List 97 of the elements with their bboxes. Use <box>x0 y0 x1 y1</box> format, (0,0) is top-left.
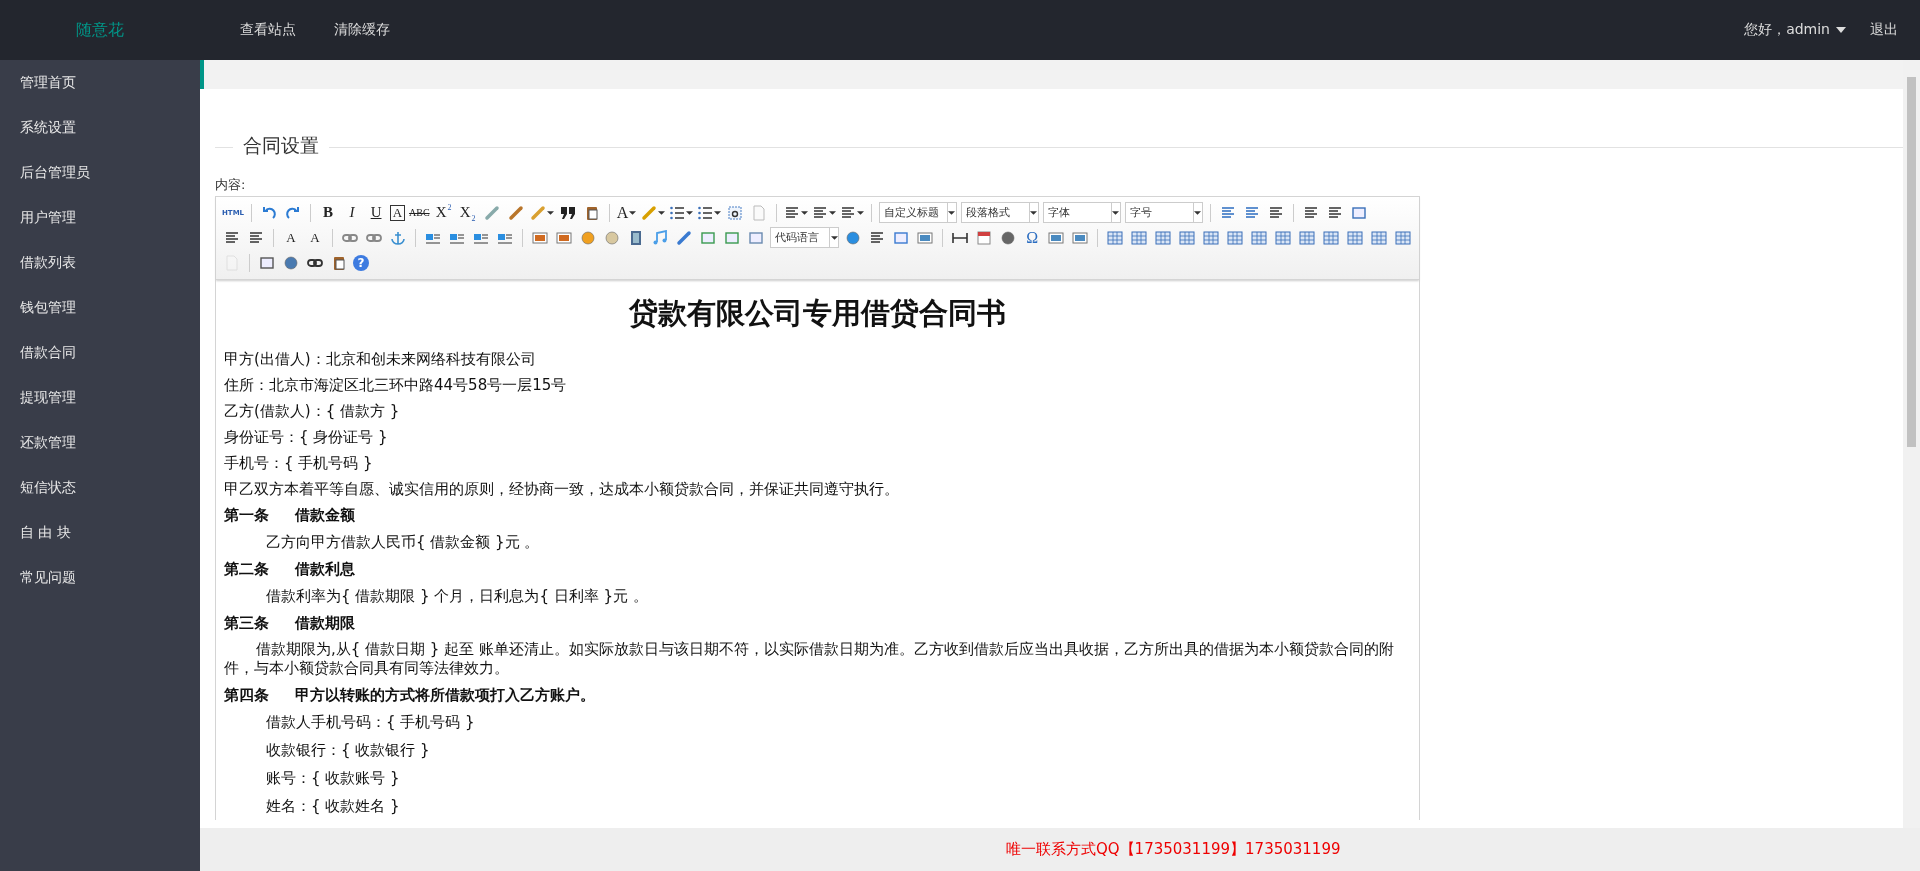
rich-text-editor[interactable] <box>215 196 1420 820</box>
field-label: 内容: <box>215 176 247 194</box>
document-line: 姓名：{ 收款姓名 } <box>265 796 401 817</box>
toolbar-button[interactable]: I <box>342 202 363 223</box>
clause-title: 借款期限 <box>295 613 355 634</box>
toolbar-button[interactable]: B <box>318 202 339 223</box>
sidebar-item[interactable]: 借款合同 <box>0 330 200 375</box>
clause-number: 第三条 <box>224 613 269 634</box>
table-icon <box>1107 229 1123 246</box>
clause-number: 第二条 <box>224 559 269 580</box>
clause-number: 第四条 <box>224 685 269 706</box>
clause-number: 第一条 <box>224 505 269 526</box>
table-icon <box>1227 229 1243 246</box>
picture-icon <box>1048 229 1065 246</box>
align-left-icon <box>1302 204 1319 221</box>
document-line: 乙方向甲方借款人民币{ 借款金额 }元 。 <box>265 532 541 553</box>
toolbar-dropdown[interactable]: 代码语言 <box>769 227 840 248</box>
toolbar-dropdown[interactable]: 字体 <box>1042 202 1121 223</box>
sidebar-item[interactable]: 自 由 块 <box>0 510 200 555</box>
document-line: 借款人手机号码：{ 手机号码 } <box>265 712 476 733</box>
toolbar-button[interactable]: A <box>390 204 406 221</box>
sidebar-item[interactable]: 用户管理 <box>0 195 200 240</box>
picture-icon <box>1072 229 1089 246</box>
table-icon <box>1371 229 1387 246</box>
table-icon <box>1251 229 1267 246</box>
toolbar-dropdown[interactable]: 字号 <box>1124 202 1203 223</box>
toolbar-dropdown[interactable]: 自定义标题 <box>878 202 957 223</box>
document-line: 账号：{ 收款账号 } <box>265 768 401 789</box>
document-line: 乙方(借款人)：{ 借款方 } <box>224 401 401 422</box>
toolbar-button[interactable]: A <box>304 227 325 248</box>
scrollbar[interactable] <box>1903 60 1920 828</box>
document-line: 手机号：{ 手机号码 } <box>224 453 374 474</box>
eraser-icon <box>483 204 500 221</box>
document-line: 甲乙双方本着平等自愿、诚实信用的原则，经协商一致，达成本小额贷款合同，并保证共同遵守执行。 <box>224 479 900 500</box>
caret-icon <box>1836 27 1846 33</box>
calendar-icon <box>976 229 993 246</box>
toolbar-button[interactable]: A <box>280 227 301 248</box>
sidebar-item[interactable]: 还款管理 <box>0 420 200 465</box>
document-title: 贷款有限公司专用借贷合同书 <box>628 295 1007 332</box>
table-icon <box>1323 229 1339 246</box>
toolbar-button[interactable]: U <box>366 202 387 223</box>
anchor-icon <box>389 229 406 246</box>
numbered-list-icon <box>668 204 685 221</box>
nav-link[interactable]: 查看站点 <box>240 21 296 39</box>
table-icon <box>1275 229 1291 246</box>
undo-arrow-icon <box>261 204 278 221</box>
brush-icon <box>507 204 524 221</box>
sidebar-item[interactable]: 借款列表 <box>0 240 200 285</box>
caret-icon <box>1112 210 1120 215</box>
quote-icon <box>559 204 576 221</box>
contact-text: 唯一联系方式QQ【1735031199】1735031199 <box>1006 840 1341 859</box>
clipboard-icon <box>331 254 347 271</box>
picture-icon <box>531 229 548 246</box>
scrollbar-thumb[interactable] <box>1907 77 1916 447</box>
clause-title: 甲方以转账的方式将所借款项打入乙方账户。 <box>295 685 595 706</box>
caret-icon <box>1030 210 1038 215</box>
toolbar-button[interactable]: Ω <box>1022 227 1043 248</box>
toolbar-button[interactable]: A <box>616 202 637 223</box>
sidebar-item[interactable]: 短信状态 <box>0 465 200 510</box>
table-icon <box>1179 229 1195 246</box>
table-icon <box>1131 229 1147 246</box>
caret-icon <box>1194 210 1202 215</box>
toolbar-button[interactable]: ? <box>353 254 369 271</box>
sidebar-item[interactable]: 系统设置 <box>0 105 200 150</box>
toolbar-dropdown[interactable]: 段落格式 <box>960 202 1039 223</box>
table-icon <box>1203 229 1219 246</box>
caret-icon <box>830 235 838 240</box>
table-icon <box>1299 229 1315 246</box>
sidebar-item[interactable]: 管理首页 <box>0 60 200 105</box>
document-line: 收款银行：{ 收款银行 } <box>265 740 431 761</box>
sidebar-item[interactable]: 提现管理 <box>0 375 200 420</box>
pictures-icon <box>555 229 572 246</box>
bullet-list-icon <box>696 204 713 221</box>
sidebar-item[interactable]: 后台管理员 <box>0 150 200 195</box>
table-icon <box>1155 229 1171 246</box>
logo[interactable]: 随意花 <box>0 19 200 41</box>
document-line: 住所：北京市海淀区北三环中路44号58号一层15号 <box>224 375 568 396</box>
table-icon <box>1347 229 1363 246</box>
document-line: 甲方(出借人)：北京和创未来网络科技有限公司 <box>224 349 537 370</box>
music-note-icon <box>651 229 668 246</box>
blank-page-icon <box>750 204 767 221</box>
picture-icon <box>917 229 934 246</box>
section-title: 合同设置 <box>233 134 329 156</box>
sidebar-item[interactable]: 钱包管理 <box>0 285 200 330</box>
toolbar-button[interactable]: ABC <box>409 202 430 223</box>
logout-link[interactable]: 退出 <box>1870 21 1898 39</box>
clause-title: 借款金额 <box>295 505 355 526</box>
document-line: 身份证号：{ 身份证号 } <box>224 427 389 448</box>
document-line: 借款利率为{ 借款期限 } 个月，日利息为{ 日利率 }元 。 <box>265 586 649 607</box>
document-paragraph: 借款期限为,从{ 借款日期 } 起至 账单还清止。如实际放款日与该日期不符，以实际借款日期为准。乙方收到借款后应当出具收据，乙方所出具的借据为本小额贷款合同的附件，与本小额贷款合同具有同等法律效力。 <box>224 640 1395 678</box>
sidebar-item[interactable]: 常见问题 <box>0 555 200 600</box>
nav-link[interactable]: 清除缓存 <box>334 21 390 39</box>
clause-title: 借款利息 <box>295 559 355 580</box>
caret-icon <box>948 210 956 215</box>
user-menu[interactable]: 您好，admin <box>1744 21 1846 39</box>
table-icon <box>1395 229 1411 246</box>
redo-arrow-icon <box>285 204 302 221</box>
